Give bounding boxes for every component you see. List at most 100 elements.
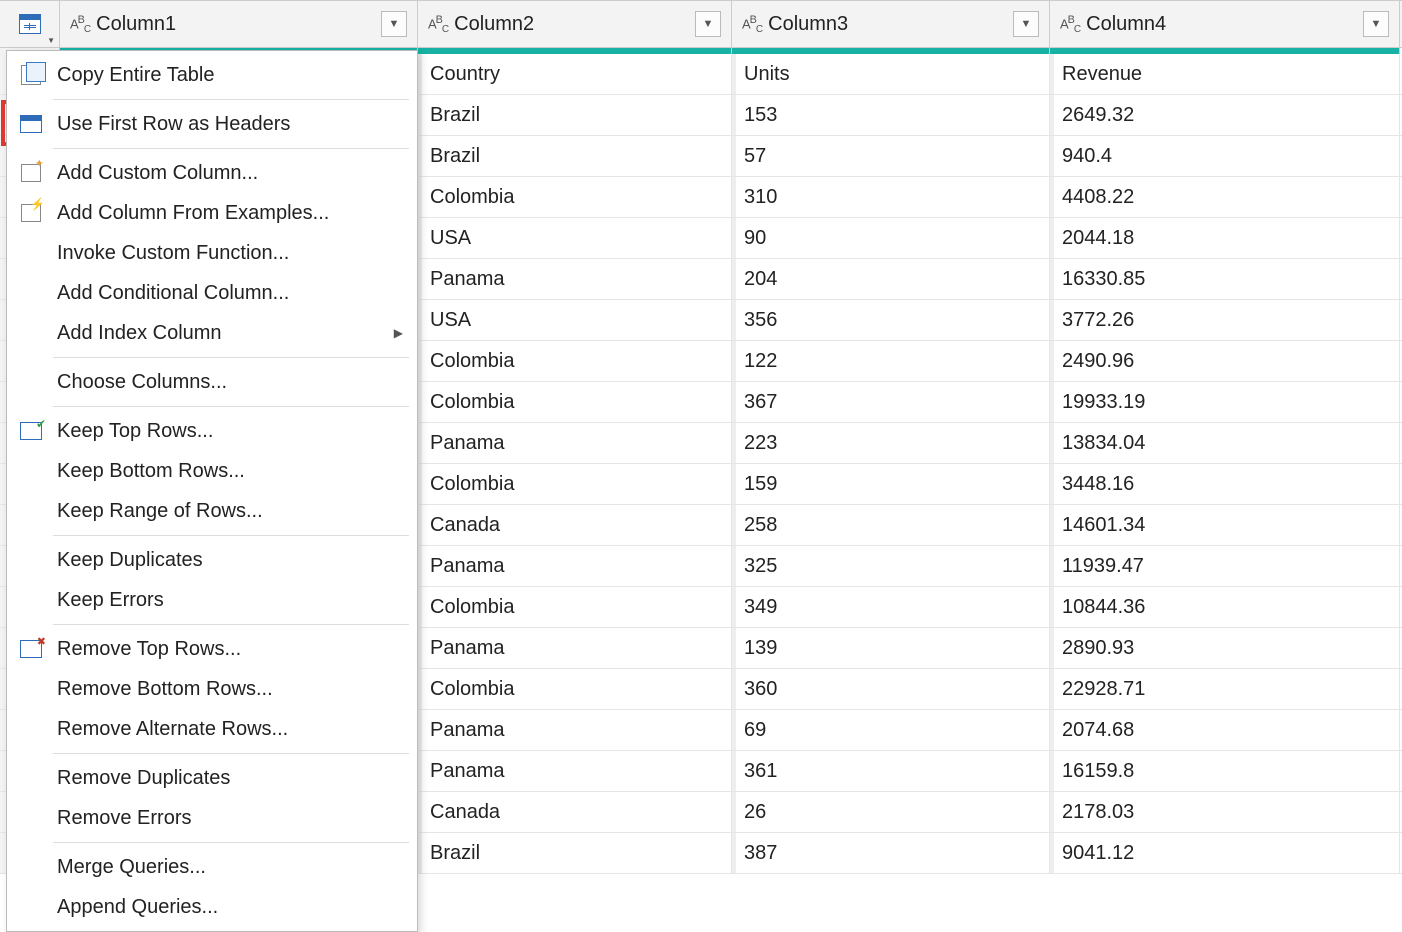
cell-col4[interactable]: 16159.8 (1050, 751, 1400, 791)
column-filter-button[interactable]: ▼ (1013, 11, 1039, 37)
table-context-menu: Copy Entire Table Use First Row as Heade… (6, 50, 418, 932)
column-name: Column4 (1086, 13, 1357, 36)
cell-col2[interactable]: Panama (418, 628, 732, 668)
cell-col2[interactable]: Colombia (418, 382, 732, 422)
cell-col3[interactable]: 367 (732, 382, 1050, 422)
column-header-1[interactable]: ABC Column1 ▼ (60, 1, 418, 47)
cell-col3[interactable]: 310 (732, 177, 1050, 217)
cell-col4[interactable]: 16330.85 (1050, 259, 1400, 299)
menu-use-first-row-as-headers[interactable]: Use First Row as Headers (7, 104, 417, 144)
cell-col4[interactable]: 3448.16 (1050, 464, 1400, 504)
menu-remove-duplicates[interactable]: Remove Duplicates (7, 758, 417, 798)
menu-invoke-custom-function[interactable]: Invoke Custom Function... (7, 233, 417, 273)
cell-col4[interactable]: 22928.71 (1050, 669, 1400, 709)
cell-col2[interactable]: Colombia (418, 464, 732, 504)
cell-col4[interactable]: 2044.18 (1050, 218, 1400, 258)
cell-col2[interactable]: USA (418, 300, 732, 340)
menu-remove-errors[interactable]: Remove Errors (7, 798, 417, 838)
menu-keep-top-rows[interactable]: Keep Top Rows... (7, 411, 417, 451)
menu-choose-columns[interactable]: Choose Columns... (7, 362, 417, 402)
remove-rows-icon (20, 640, 42, 658)
column-header-3[interactable]: ABC Column3 ▼ (732, 1, 1050, 47)
menu-merge-queries[interactable]: Merge Queries... (7, 847, 417, 887)
cell-col2[interactable]: Brazil (418, 833, 732, 873)
cell-col2[interactable]: Brazil (418, 95, 732, 135)
cell-col3[interactable]: 360 (732, 669, 1050, 709)
menu-label: Keep Top Rows... (57, 420, 403, 443)
cell-col3[interactable]: 159 (732, 464, 1050, 504)
cell-col3[interactable]: 139 (732, 628, 1050, 668)
cell-col4[interactable]: Revenue (1050, 54, 1400, 94)
cell-col2[interactable]: USA (418, 218, 732, 258)
cell-col4[interactable]: 2490.96 (1050, 341, 1400, 381)
cell-col3[interactable]: 387 (732, 833, 1050, 873)
cell-col4[interactable]: 4408.22 (1050, 177, 1400, 217)
cell-col3[interactable]: 204 (732, 259, 1050, 299)
column-header-2[interactable]: ABC Column2 ▼ (418, 1, 732, 47)
cell-col4[interactable]: 2178.03 (1050, 792, 1400, 832)
submenu-arrow-icon: ▶ (394, 326, 403, 340)
text-type-icon: ABC (428, 14, 448, 35)
menu-label: Remove Top Rows... (57, 638, 403, 661)
cell-col4[interactable]: 940.4 (1050, 136, 1400, 176)
column-filter-button[interactable]: ▼ (1363, 11, 1389, 37)
cell-col2[interactable]: Brazil (418, 136, 732, 176)
menu-add-column-from-examples[interactable]: Add Column From Examples... (7, 193, 417, 233)
cell-col3[interactable]: 349 (732, 587, 1050, 627)
menu-append-queries[interactable]: Append Queries... (7, 887, 417, 927)
cell-col4[interactable]: 2649.32 (1050, 95, 1400, 135)
menu-keep-range-of-rows[interactable]: Keep Range of Rows... (7, 491, 417, 531)
cell-col3[interactable]: 69 (732, 710, 1050, 750)
menu-keep-errors[interactable]: Keep Errors (7, 580, 417, 620)
cell-col2[interactable]: Canada (418, 505, 732, 545)
menu-keep-bottom-rows[interactable]: Keep Bottom Rows... (7, 451, 417, 491)
cell-col3[interactable]: 258 (732, 505, 1050, 545)
cell-col4[interactable]: 19933.19 (1050, 382, 1400, 422)
menu-label: Remove Duplicates (57, 767, 403, 790)
cell-col3[interactable]: Units (732, 54, 1050, 94)
cell-col2[interactable]: Canada (418, 792, 732, 832)
cell-col2[interactable]: Panama (418, 546, 732, 586)
cell-col2[interactable]: Country (418, 54, 732, 94)
cell-col2[interactable]: Colombia (418, 341, 732, 381)
cell-col2[interactable]: Colombia (418, 669, 732, 709)
cell-col4[interactable]: 3772.26 (1050, 300, 1400, 340)
cell-col4[interactable]: 11939.47 (1050, 546, 1400, 586)
cell-col4[interactable]: 2890.93 (1050, 628, 1400, 668)
menu-keep-duplicates[interactable]: Keep Duplicates (7, 540, 417, 580)
cell-col4[interactable]: 9041.12 (1050, 833, 1400, 873)
cell-col2[interactable]: Panama (418, 710, 732, 750)
menu-add-conditional-column[interactable]: Add Conditional Column... (7, 273, 417, 313)
cell-col2[interactable]: Colombia (418, 177, 732, 217)
cell-col3[interactable]: 90 (732, 218, 1050, 258)
column-filter-button[interactable]: ▼ (695, 11, 721, 37)
column-header-row: ▼ ABC Column1 ▼ ABC Column2 ▼ ABC Column… (0, 0, 1402, 48)
menu-label: Choose Columns... (57, 371, 403, 394)
cell-col3[interactable]: 356 (732, 300, 1050, 340)
cell-col3[interactable]: 223 (732, 423, 1050, 463)
cell-col4[interactable]: 10844.36 (1050, 587, 1400, 627)
column-filter-button[interactable]: ▼ (381, 11, 407, 37)
cell-col2[interactable]: Colombia (418, 587, 732, 627)
cell-col3[interactable]: 122 (732, 341, 1050, 381)
menu-add-custom-column[interactable]: Add Custom Column... (7, 153, 417, 193)
cell-col2[interactable]: Panama (418, 423, 732, 463)
cell-col3[interactable]: 361 (732, 751, 1050, 791)
cell-col4[interactable]: 2074.68 (1050, 710, 1400, 750)
cell-col3[interactable]: 325 (732, 546, 1050, 586)
menu-remove-top-rows[interactable]: Remove Top Rows... (7, 629, 417, 669)
cell-col3[interactable]: 153 (732, 95, 1050, 135)
column-header-4[interactable]: ABC Column4 ▼ (1050, 1, 1400, 47)
cell-col4[interactable]: 14601.34 (1050, 505, 1400, 545)
chevron-down-icon: ▼ (47, 36, 55, 45)
cell-col3[interactable]: 57 (732, 136, 1050, 176)
menu-remove-bottom-rows[interactable]: Remove Bottom Rows... (7, 669, 417, 709)
cell-col4[interactable]: 13834.04 (1050, 423, 1400, 463)
table-menu-button[interactable]: ▼ (0, 1, 60, 47)
menu-add-index-column[interactable]: Add Index Column ▶ (7, 313, 417, 353)
cell-col2[interactable]: Panama (418, 259, 732, 299)
cell-col3[interactable]: 26 (732, 792, 1050, 832)
menu-copy-entire-table[interactable]: Copy Entire Table (7, 55, 417, 95)
menu-remove-alternate-rows[interactable]: Remove Alternate Rows... (7, 709, 417, 749)
cell-col2[interactable]: Panama (418, 751, 732, 791)
